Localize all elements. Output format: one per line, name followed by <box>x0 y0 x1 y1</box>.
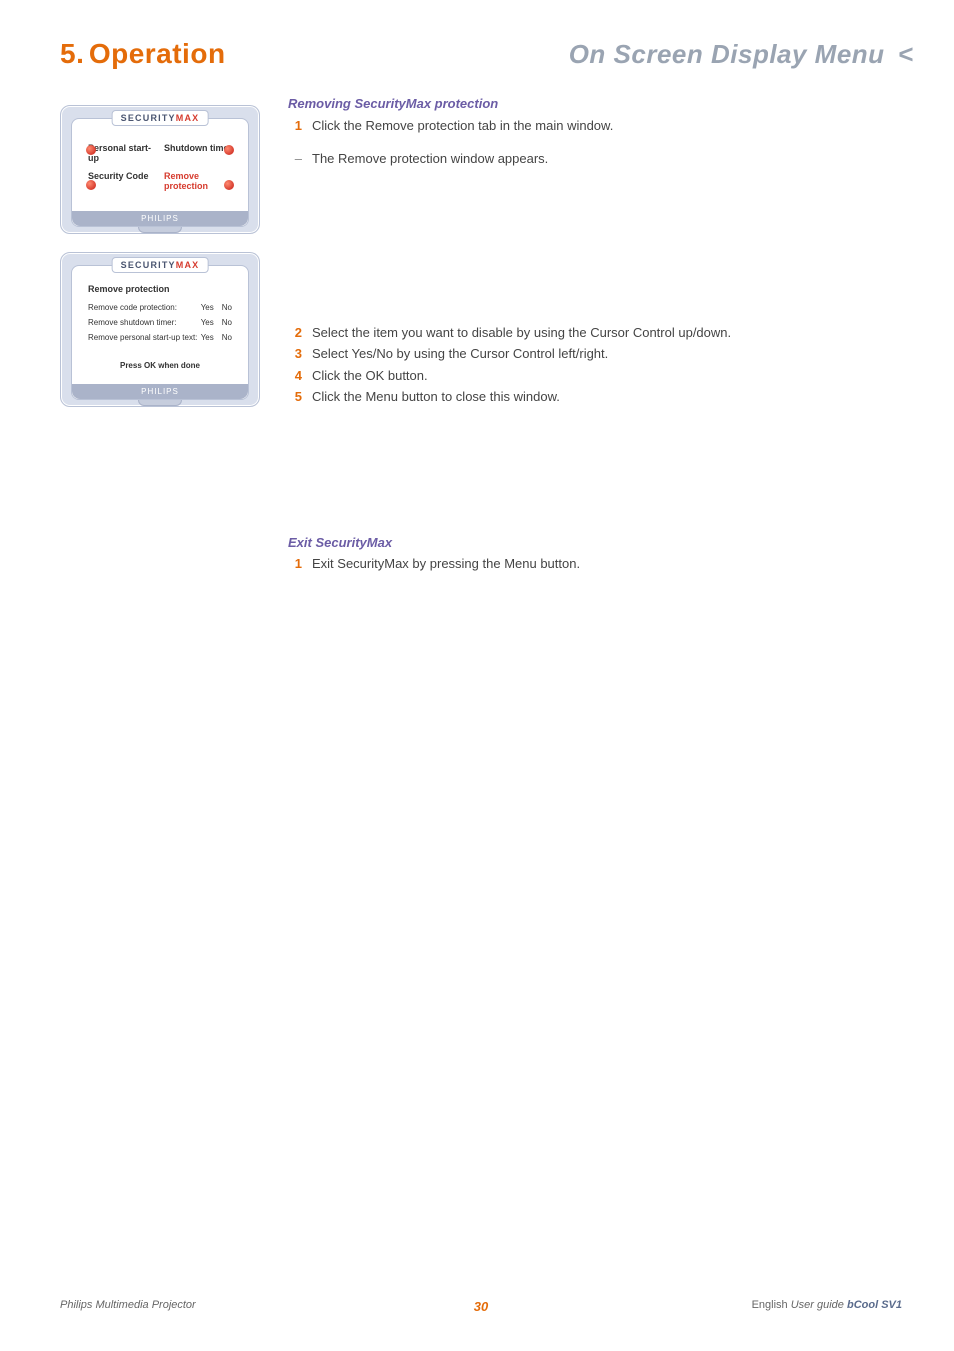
step-number: 4 <box>288 366 302 386</box>
securitymax-main-panel: SECURITYMAX Personal start-up Shutdown t… <box>60 105 260 234</box>
steps-list: 2 Select the item you want to disable by … <box>288 323 902 407</box>
steps-list: 1 Exit SecurityMax by pressing the Menu b… <box>288 554 902 574</box>
spacer <box>288 171 902 321</box>
step-sub-text: The Remove protection window appears. <box>312 149 548 169</box>
step-number: 2 <box>288 323 302 343</box>
step-text: Click the Remove protection tab in the m… <box>312 116 613 136</box>
option-label: Remove personal start-up text: <box>88 333 197 342</box>
breadcrumb: On Screen Display Menu < <box>569 39 914 70</box>
step-text: Select the item you want to disable by u… <box>312 323 731 343</box>
step-sub-item: – The Remove protection window appears. <box>288 149 902 169</box>
chevron-left-icon: < <box>892 39 914 69</box>
logo-suffix: MAX <box>176 113 200 123</box>
page-footer: Philips Multimedia Projector 30 English … <box>60 1299 902 1311</box>
footer-language: English <box>752 1299 788 1311</box>
step-item: 5 Click the Menu button to close this win… <box>288 387 902 407</box>
page-number: 30 <box>474 1299 488 1314</box>
illustration-column: SECURITYMAX Personal start-up Shutdown t… <box>60 105 260 425</box>
brand-bar: PHILIPS <box>72 384 248 399</box>
panel-inner: SECURITYMAX Remove protection Remove cod… <box>71 265 249 400</box>
menu-item-security-code: Security Code <box>88 171 156 191</box>
step-item: 1 Click the Remove protection tab in the… <box>288 116 902 136</box>
section-number: 5. <box>60 38 84 69</box>
step-number: 5 <box>288 387 302 407</box>
no-label: No <box>222 318 232 327</box>
ok-hint: Press OK when done <box>82 345 238 374</box>
dash-icon: – <box>288 149 302 169</box>
option-row: Remove shutdown timer: Yes No <box>82 315 238 330</box>
menu-item-shutdown-timer: Shutdown timer <box>164 143 232 163</box>
step-number: 3 <box>288 344 302 364</box>
option-row: Remove personal start-up text: Yes No <box>82 330 238 345</box>
step-text: Click the OK button. <box>312 366 428 386</box>
yes-label: Yes <box>201 303 214 312</box>
footer-left: Philips Multimedia Projector <box>60 1299 196 1311</box>
corner-dot-icon <box>224 145 234 155</box>
panel-tab-icon <box>138 226 182 233</box>
step-item: 3 Select Yes/No by using the Cursor Contr… <box>288 344 902 364</box>
logo-suffix: MAX <box>176 260 200 270</box>
panel-tab-icon <box>138 399 182 406</box>
no-label: No <box>222 303 232 312</box>
logo-prefix: SECURITY <box>121 113 176 123</box>
step-item: 4 Click the OK button. <box>288 366 902 386</box>
footer-guide: User guide <box>791 1299 844 1311</box>
logo-prefix: SECURITY <box>121 260 176 270</box>
spacer <box>288 421 902 531</box>
panel-title: Remove protection <box>82 284 238 300</box>
yes-label: Yes <box>201 333 214 342</box>
subsection-title: Exit SecurityMax <box>288 533 902 553</box>
option-label: Remove shutdown timer: <box>88 318 176 327</box>
securitymax-logo: SECURITYMAX <box>112 110 209 126</box>
corner-dot-icon <box>86 145 96 155</box>
breadcrumb-text: On Screen Display Menu <box>569 39 885 69</box>
yes-label: Yes <box>201 318 214 327</box>
panel-inner: SECURITYMAX Personal start-up Shutdown t… <box>71 118 249 227</box>
footer-model: bCool SV1 <box>847 1299 902 1311</box>
step-item: 2 Select the item you want to disable by … <box>288 323 902 343</box>
corner-dot-icon <box>224 180 234 190</box>
content-column: Removing SecurityMax protection 1 Click … <box>288 92 902 588</box>
steps-list: 1 Click the Remove protection tab in the… <box>288 116 902 136</box>
page-header: 5. Operation On Screen Display Menu < <box>60 38 914 70</box>
footer-right: English User guide bCool SV1 <box>752 1299 902 1311</box>
step-item: 1 Exit SecurityMax by pressing the Menu b… <box>288 554 902 574</box>
option-row: Remove code protection: Yes No <box>82 300 238 315</box>
step-text: Select Yes/No by using the Cursor Contro… <box>312 344 608 364</box>
section-title: Operation <box>89 38 226 69</box>
menu-item-personal-startup: Personal start-up <box>88 143 156 163</box>
step-number: 1 <box>288 554 302 574</box>
step-text: Exit SecurityMax by pressing the Menu bu… <box>312 554 580 574</box>
section-heading: 5. Operation <box>60 38 226 70</box>
step-number: 1 <box>288 116 302 136</box>
option-label: Remove code protection: <box>88 303 177 312</box>
menu-item-remove-protection: Remove protection <box>164 171 232 191</box>
main-menu-grid: Personal start-up Shutdown timer Securit… <box>82 137 238 201</box>
remove-protection-panel: SECURITYMAX Remove protection Remove cod… <box>60 252 260 407</box>
corner-dot-icon <box>86 180 96 190</box>
step-text: Click the Menu button to close this wind… <box>312 387 560 407</box>
no-label: No <box>222 333 232 342</box>
subsection-title: Removing SecurityMax protection <box>288 94 902 114</box>
brand-bar: PHILIPS <box>72 211 248 226</box>
securitymax-logo: SECURITYMAX <box>112 257 209 273</box>
